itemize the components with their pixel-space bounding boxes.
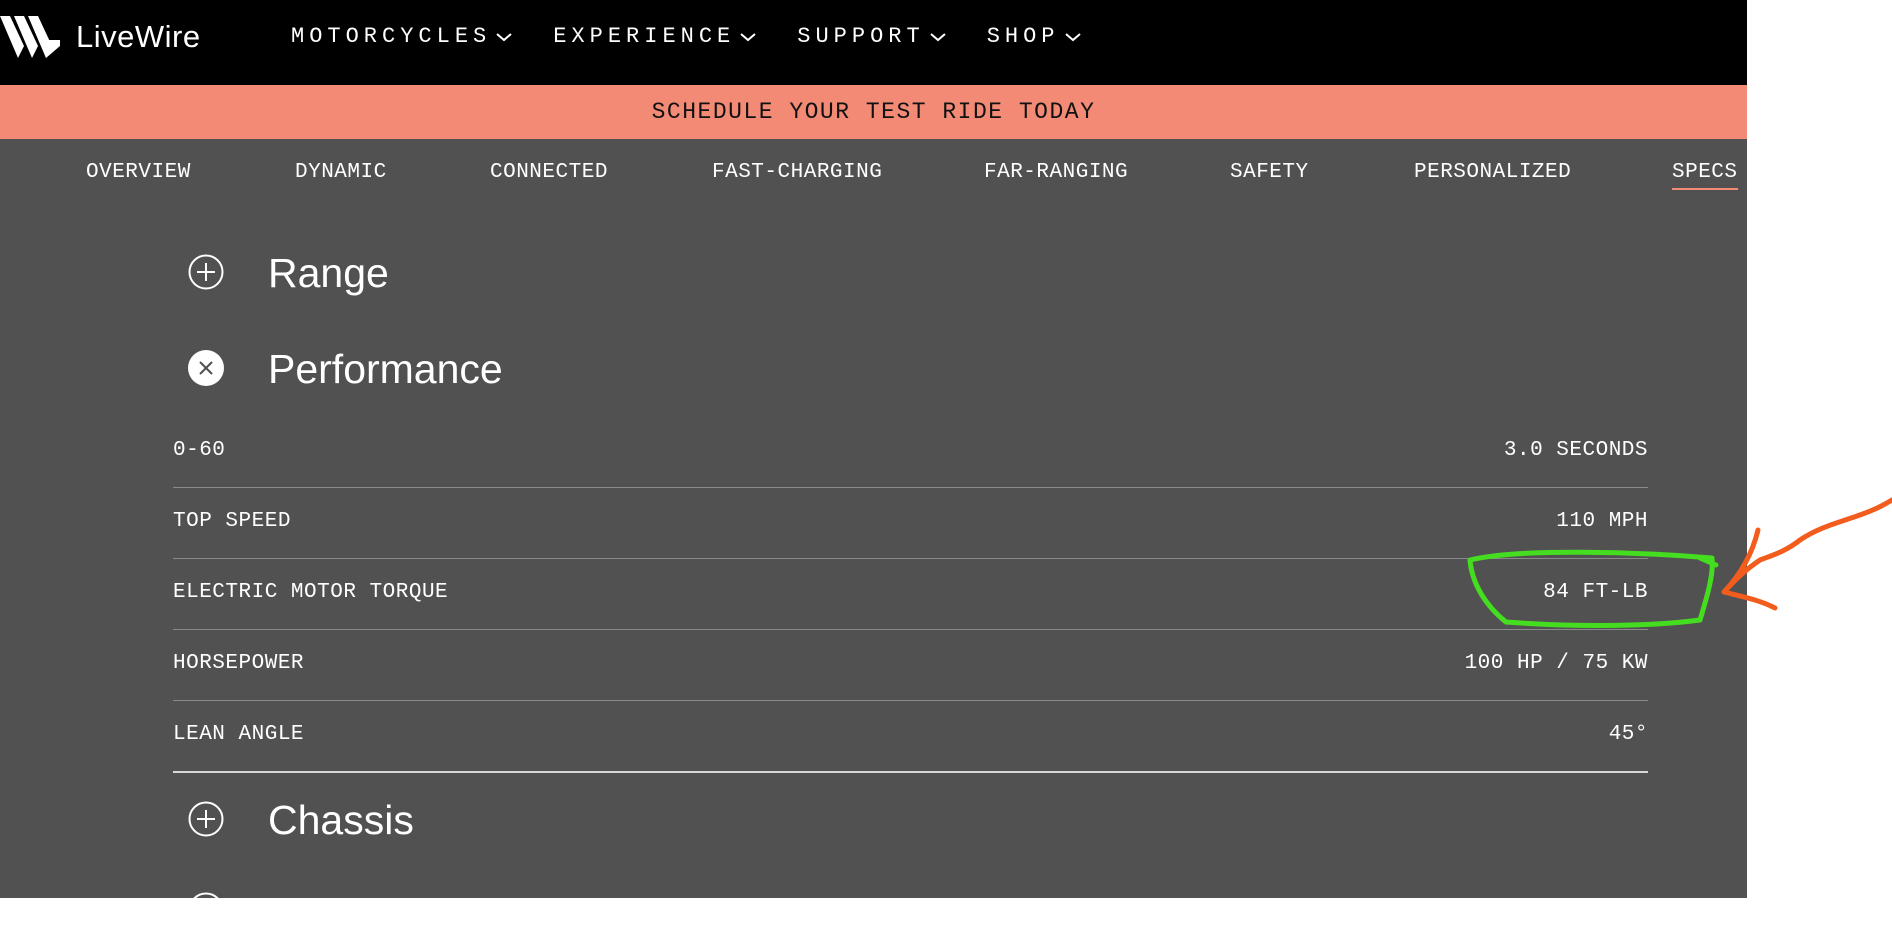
subnav-far-ranging[interactable]: FAR-RANGING — [984, 161, 1128, 184]
spec-value: 84 FT-LB — [1543, 581, 1648, 604]
spec-row-0-60: 0-60 3.0 SECONDS — [173, 417, 1648, 488]
chassis-expand-toggle[interactable] — [188, 801, 224, 837]
nav-support-label: SUPPORT — [797, 24, 925, 49]
nav-experience-label: EXPERIENCE — [553, 24, 736, 49]
nav-shop[interactable]: SHOP — [987, 24, 1082, 49]
test-ride-banner[interactable]: SCHEDULE YOUR TEST RIDE TODAY — [0, 85, 1747, 139]
spec-value: 3.0 SECONDS — [1503, 439, 1648, 462]
spec-label: HORSEPOWER — [173, 652, 305, 675]
nav-support[interactable]: SUPPORT — [797, 24, 946, 49]
chevron-down-icon — [740, 32, 756, 41]
spec-row-horsepower: HORSEPOWER 100 HP / 75 KW — [173, 630, 1648, 701]
livewire-logo[interactable]: LiveWire — [0, 12, 201, 62]
spec-label: ELECTRIC MOTOR TORQUE — [173, 581, 449, 604]
spec-row-top-speed: TOP SPEED 110 MPH — [173, 488, 1648, 559]
spec-row-lean-angle: LEAN ANGLE 45° — [173, 701, 1648, 773]
banner-text: SCHEDULE YOUR TEST RIDE TODAY — [651, 99, 1096, 125]
nav-motorcycles-label: MOTORCYCLES — [291, 24, 492, 49]
subnav-personalized[interactable]: PERSONALIZED — [1414, 161, 1571, 184]
subnav-dynamic[interactable]: DYNAMIC — [295, 161, 387, 184]
brand-name: LiveWire — [76, 19, 201, 54]
subnav-overview[interactable]: OVERVIEW — [86, 161, 191, 184]
subnav-safety[interactable]: SAFETY — [1230, 161, 1309, 184]
site-page: LiveWire MOTORCYCLES EXPERIENCE SUPPORT … — [0, 0, 1747, 928]
nav-experience[interactable]: EXPERIENCE — [553, 24, 757, 49]
chevron-down-icon — [496, 32, 512, 41]
chevron-down-icon — [930, 32, 946, 41]
main-menu: MOTORCYCLES EXPERIENCE SUPPORT SHOP — [291, 24, 1122, 49]
spec-row-electric-motor-torque: ELECTRIC MOTOR TORQUE 84 FT-LB — [173, 559, 1648, 630]
nav-motorcycles[interactable]: MOTORCYCLES — [291, 24, 513, 49]
top-navigation: LiveWire MOTORCYCLES EXPERIENCE SUPPORT … — [0, 0, 1747, 85]
subnav-specs[interactable]: SPECS — [1672, 161, 1738, 190]
spec-label: 0-60 — [173, 439, 226, 462]
plus-circle-icon — [188, 254, 224, 290]
spec-value: 110 MPH — [1556, 510, 1648, 533]
section-title-performance[interactable]: Performance — [268, 346, 503, 393]
orange-arrow-icon — [1721, 497, 1892, 611]
livewire-logo-mark-icon — [0, 16, 60, 58]
nav-shop-label: SHOP — [986, 24, 1060, 49]
spec-value: 45° — [1608, 723, 1648, 746]
plus-circle-icon — [188, 801, 224, 837]
subnav-fast-charging[interactable]: FAST-CHARGING — [712, 161, 882, 184]
close-circle-icon — [188, 350, 224, 386]
section-title-range[interactable]: Range — [268, 250, 389, 297]
section-title-chassis[interactable]: Chassis — [268, 797, 414, 844]
range-expand-toggle[interactable] — [188, 254, 224, 290]
spec-label: LEAN ANGLE — [173, 723, 305, 746]
plus-circle-icon[interactable] — [188, 892, 224, 928]
chevron-down-icon — [1064, 32, 1081, 41]
performance-collapse-toggle[interactable] — [188, 350, 224, 386]
product-subnav: OVERVIEW DYNAMIC CONNECTED FAST-CHARGING… — [0, 139, 1747, 209]
spec-value: 100 HP / 75 KW — [1464, 652, 1648, 675]
subnav-connected[interactable]: CONNECTED — [490, 161, 608, 184]
spec-label: TOP SPEED — [173, 510, 291, 533]
